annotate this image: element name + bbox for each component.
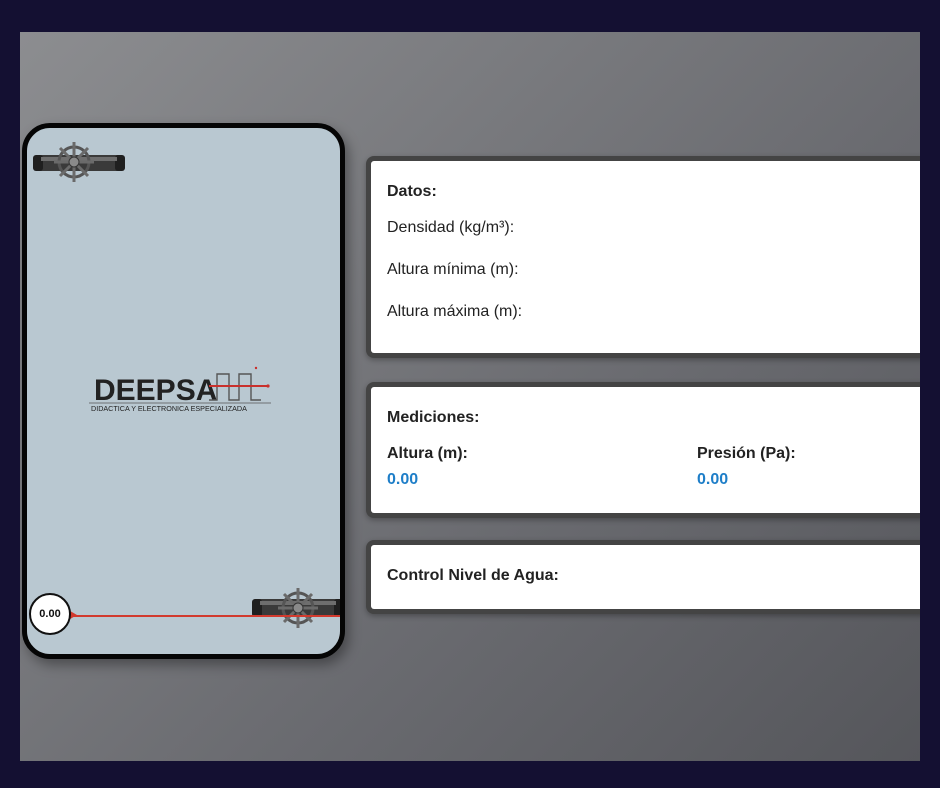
inlet-valve[interactable] [33,140,125,189]
logo-tagline-text: DIDACTICA Y ELECTRONICA ESPECIALIZADA [91,404,247,413]
deepsa-logo: DEEPSA DIDACTICA Y ELECTRONICA ESPECIALI… [89,364,274,427]
level-readout: 0.00 [29,593,71,635]
max-height-label: Altura máxima (m): [387,303,523,320]
height-value: 0.00 [387,471,419,488]
valve-wheel-icon [33,142,125,182]
min-height-label: Altura mínima (m): [387,261,519,278]
pressure-label: Presión (Pa): [697,445,796,462]
mediciones-panel: Mediciones: Altura (m): 0.00 Presión (Pa… [366,382,920,518]
mediciones-title: Mediciones: [387,409,480,426]
logo-brand-text: DEEPSA [94,374,217,407]
density-label: Densidad (kg/m³): [387,219,515,236]
pressure-value: 0.00 [697,471,729,488]
valve-wheel-icon [252,588,340,628]
datos-title: Datos: [387,183,437,200]
outlet-valve[interactable] [252,586,340,635]
height-label: Altura (m): [387,445,468,462]
water-level-line [71,615,340,617]
datos-panel: Datos: Densidad (kg/m³): Altura mínima (… [366,156,920,358]
simulation-stage: DEEPSA DIDACTICA Y ELECTRONICA ESPECIALI… [20,32,920,761]
control-title: Control Nivel de Agua: [387,567,559,584]
control-panel: Control Nivel de Agua: [366,540,920,614]
water-tank: DEEPSA DIDACTICA Y ELECTRONICA ESPECIALI… [22,123,345,659]
